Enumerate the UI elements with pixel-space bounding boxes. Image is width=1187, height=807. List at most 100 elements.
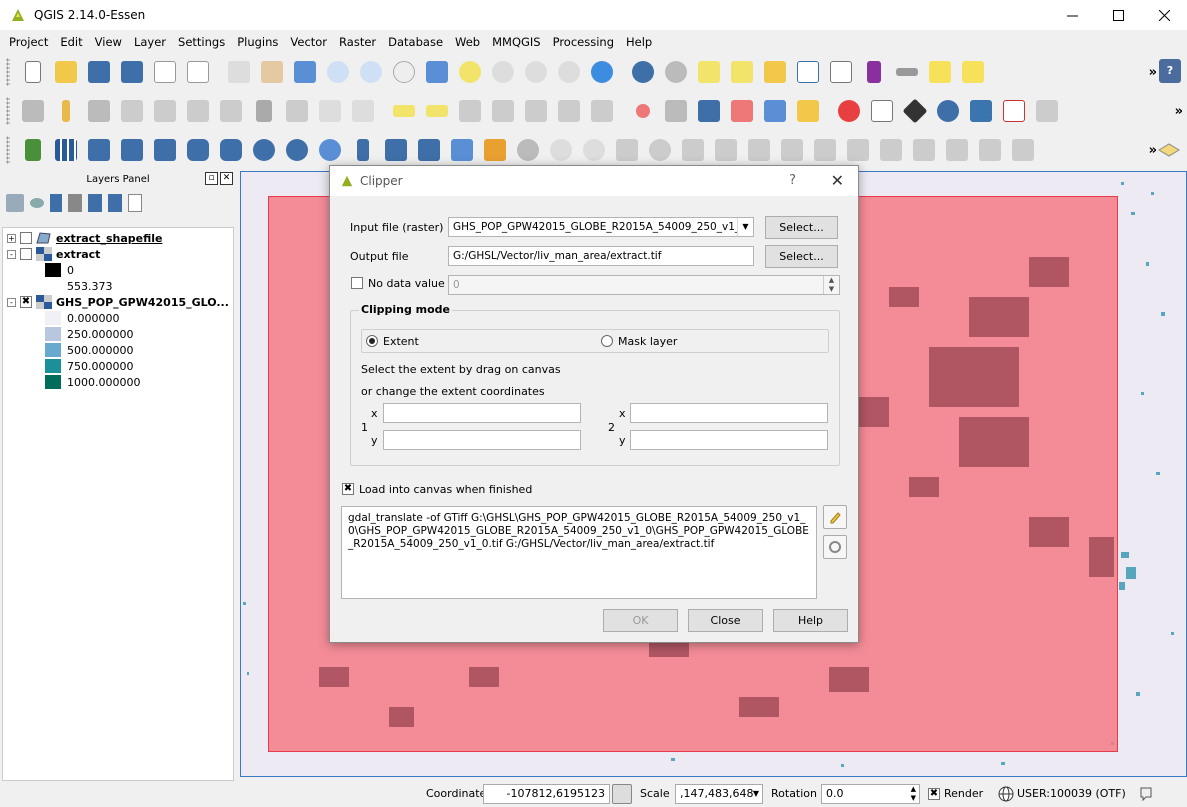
- merge-features-button[interactable]: [940, 135, 973, 165]
- menu-web[interactable]: Web: [449, 35, 486, 49]
- add-postgis-button[interactable]: [82, 135, 115, 165]
- menu-help[interactable]: Help: [620, 35, 658, 49]
- statistics-button[interactable]: [857, 57, 890, 87]
- close-button[interactable]: Close: [688, 609, 763, 632]
- menu-edit[interactable]: Edit: [54, 35, 88, 49]
- new-gpx-button[interactable]: [445, 135, 478, 165]
- spatial-query-button[interactable]: [758, 96, 791, 126]
- show-hide-labels-button[interactable]: [486, 96, 519, 126]
- wms-globe-button[interactable]: [931, 96, 964, 126]
- filter-icon[interactable]: [50, 194, 62, 212]
- move-label-button[interactable]: [519, 96, 552, 126]
- annotation-button[interactable]: [923, 57, 956, 87]
- add-delimited-text-button[interactable]: [346, 135, 379, 165]
- pan-to-selection-button[interactable]: [288, 57, 321, 87]
- paste-features-button[interactable]: [346, 96, 379, 126]
- add-ring-button[interactable]: [643, 135, 676, 165]
- reset-command-button[interactable]: [823, 535, 847, 559]
- add-raster-button[interactable]: [49, 135, 82, 165]
- input-file-combobox[interactable]: GHS_POP_GPW42015_GLOBE_R2015A_54009_250_…: [448, 217, 754, 237]
- gdal-command-text[interactable]: gdal_translate -of GTiff G:\GHSL\GHS_POP…: [341, 506, 817, 599]
- add-wfs-button[interactable]: [313, 135, 346, 165]
- delete-part-button[interactable]: [775, 135, 808, 165]
- add-polygon-button[interactable]: [181, 96, 214, 126]
- layer-visibility-checkbox[interactable]: [20, 248, 32, 260]
- save-edits-button[interactable]: [82, 96, 115, 126]
- extent-radio[interactable]: [366, 335, 378, 347]
- add-feature-button[interactable]: [115, 96, 148, 126]
- node-tool-button[interactable]: [214, 96, 247, 126]
- redo-button[interactable]: [577, 135, 610, 165]
- add-vector-button[interactable]: [16, 135, 49, 165]
- identify-plus-button[interactable]: [1030, 96, 1063, 126]
- extent-radio-label[interactable]: Extent: [383, 335, 419, 348]
- layer-labeling-button[interactable]: [387, 96, 420, 126]
- save-as-button[interactable]: [115, 57, 148, 87]
- menu-raster[interactable]: Raster: [333, 35, 382, 49]
- toolbar-grip[interactable]: [6, 136, 10, 164]
- input-select-button[interactable]: Select...: [765, 216, 838, 239]
- help-question-icon[interactable]: ?: [1159, 59, 1181, 83]
- pan-button[interactable]: [255, 57, 288, 87]
- zoom-full-button[interactable]: [420, 57, 453, 87]
- add-group-icon[interactable]: [6, 194, 24, 212]
- cut-features-button[interactable]: [280, 96, 313, 126]
- zoom-last-button[interactable]: [519, 57, 552, 87]
- coordinate-capture-button[interactable]: [626, 96, 659, 126]
- mask-layer-label[interactable]: Mask layer: [618, 335, 677, 348]
- y1-input[interactable]: [383, 430, 581, 450]
- menu-view[interactable]: View: [89, 35, 128, 49]
- mask-layer-radio[interactable]: [601, 335, 613, 347]
- coordinate-field[interactable]: -107812,6195123: [483, 784, 610, 804]
- output-select-button[interactable]: Select...: [765, 245, 838, 268]
- change-label-button[interactable]: [585, 96, 618, 126]
- ok-button[interactable]: OK: [603, 609, 678, 632]
- output-file-field[interactable]: G:/GHSL/Vector/liv_man_area/extract.tif: [448, 246, 754, 266]
- pin-labels-button[interactable]: [453, 96, 486, 126]
- zoom-out-button[interactable]: [354, 57, 387, 87]
- reshape-button[interactable]: [808, 135, 841, 165]
- menu-database[interactable]: Database: [382, 35, 449, 49]
- crs-label[interactable]: USER:100039 (OTF): [1017, 787, 1126, 800]
- metadata-button[interactable]: [898, 96, 931, 126]
- layer-row-ghs-pop[interactable]: - ✖ GHS_POP_GPW42015_GLO...: [7, 294, 229, 310]
- add-spatialite-button[interactable]: [115, 135, 148, 165]
- menu-layer[interactable]: Layer: [128, 35, 172, 49]
- add-line-button[interactable]: [148, 96, 181, 126]
- action-button[interactable]: [659, 57, 692, 87]
- new-shapefile-button[interactable]: [412, 135, 445, 165]
- new-print-composer-button[interactable]: [148, 57, 181, 87]
- vector-tools-button[interactable]: [725, 96, 758, 126]
- layer-row-extract[interactable]: - extract: [7, 246, 100, 262]
- dialog-help-icon[interactable]: ?: [789, 173, 796, 188]
- split-parts-button[interactable]: [907, 135, 940, 165]
- simplify-button[interactable]: [610, 135, 643, 165]
- gml-button[interactable]: [997, 96, 1030, 126]
- delete-ring-button[interactable]: [742, 135, 775, 165]
- tray-icon[interactable]: [1157, 138, 1181, 160]
- python-console-button[interactable]: [964, 96, 997, 126]
- fill-ring-button[interactable]: [709, 135, 742, 165]
- close-window-button[interactable]: [1141, 0, 1187, 30]
- help-ring-button[interactable]: [832, 96, 865, 126]
- remove-layer-icon[interactable]: [128, 194, 142, 212]
- help-button[interactable]: Help: [773, 609, 848, 632]
- add-wcs-button[interactable]: [280, 135, 313, 165]
- menu-project[interactable]: Project: [3, 35, 54, 49]
- close-panel-button[interactable]: ✕: [220, 172, 233, 185]
- composer-manager-button[interactable]: [181, 57, 214, 87]
- minimize-button[interactable]: [1049, 0, 1095, 30]
- undo-button[interactable]: [544, 135, 577, 165]
- edit-command-button[interactable]: [823, 505, 847, 529]
- scale-combobox[interactable]: ,147,483,648 ▼: [675, 784, 763, 804]
- collapse-toggle[interactable]: -: [7, 249, 16, 259]
- toolbar-grip[interactable]: [6, 97, 10, 125]
- copy-features-button[interactable]: [313, 96, 346, 126]
- new-project-button[interactable]: [16, 57, 49, 87]
- zoom-in-button[interactable]: [321, 57, 354, 87]
- toolbar-overflow-chevron[interactable]: »: [1175, 104, 1183, 119]
- menu-mmqgis[interactable]: MMQGIS: [486, 35, 547, 49]
- merge-attributes-button[interactable]: [973, 135, 1006, 165]
- x2-input[interactable]: [630, 403, 828, 423]
- filter-expression-icon[interactable]: [68, 194, 82, 212]
